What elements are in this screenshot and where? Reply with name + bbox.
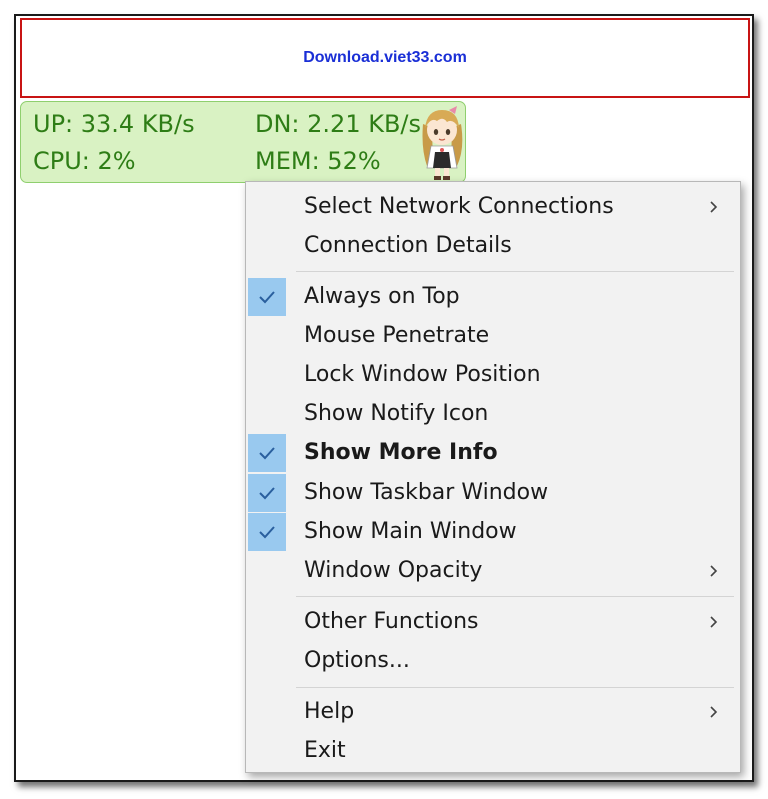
- context-menu: Select Network Connections Connection De…: [245, 181, 741, 773]
- watermark-text: Download.viet33.com: [303, 49, 467, 66]
- cpu-usage: CPU: 2%: [33, 147, 136, 175]
- menu-item-label: Other Functions: [304, 609, 479, 634]
- menu-item-label: Show More Info: [304, 440, 498, 465]
- menu-item-label: Lock Window Position: [304, 362, 541, 387]
- menu-item-label: Always on Top: [304, 284, 460, 309]
- menu-separator: [296, 271, 734, 272]
- menu-item-options[interactable]: Options...: [246, 642, 740, 680]
- menu-item-show-main-window[interactable]: Show Main Window: [246, 513, 740, 551]
- menu-item-exit[interactable]: Exit: [246, 732, 740, 770]
- menu-item-label: Window Opacity: [304, 558, 483, 583]
- menu-item-label: Options...: [304, 648, 410, 673]
- menu-item-label: Show Taskbar Window: [304, 480, 549, 505]
- menu-item-connection-details[interactable]: Connection Details: [246, 227, 740, 265]
- menu-item-mouse-penetrate[interactable]: Mouse Penetrate: [246, 317, 740, 355]
- traffic-monitor-widget[interactable]: UP: 33.4 KB/s DN: 2.21 KB/s CPU: 2% MEM:…: [20, 101, 466, 183]
- screenshot-stage: Download.viet33.com UP: 33.4 KB/s DN: 2.…: [0, 0, 768, 799]
- menu-item-label: Connection Details: [304, 233, 512, 258]
- menu-item-other-functions[interactable]: Other Functions: [246, 603, 740, 641]
- menu-item-label: Exit: [304, 738, 346, 763]
- watermark-banner: Download.viet33.com: [20, 18, 750, 98]
- chevron-right-icon: [710, 706, 718, 718]
- chevron-right-icon: [710, 201, 718, 213]
- menu-separator: [296, 687, 734, 688]
- menu-item-select-network-connections[interactable]: Select Network Connections: [246, 188, 740, 226]
- download-speed: DN: 2.21 KB/s: [255, 110, 422, 138]
- menu-item-label: Help: [304, 699, 355, 724]
- menu-separator: [296, 596, 734, 597]
- anime-girl-mascot-icon: [422, 106, 463, 180]
- menu-item-label: Select Network Connections: [304, 194, 614, 219]
- checkmark-icon: [248, 278, 286, 316]
- menu-item-show-taskbar-window[interactable]: Show Taskbar Window: [246, 474, 740, 512]
- menu-item-show-notify-icon[interactable]: Show Notify Icon: [246, 395, 740, 433]
- menu-item-always-on-top[interactable]: Always on Top: [246, 278, 740, 316]
- upload-speed: UP: 33.4 KB/s: [33, 110, 195, 138]
- menu-item-label: Show Notify Icon: [304, 401, 489, 426]
- chevron-right-icon: [710, 565, 718, 577]
- menu-item-show-more-info[interactable]: Show More Info: [246, 434, 740, 472]
- menu-item-label: Show Main Window: [304, 519, 517, 544]
- memory-usage: MEM: 52%: [255, 147, 381, 175]
- menu-item-lock-window-position[interactable]: Lock Window Position: [246, 356, 740, 394]
- menu-item-window-opacity[interactable]: Window Opacity: [246, 552, 740, 590]
- chevron-right-icon: [710, 616, 718, 628]
- menu-item-label: Mouse Penetrate: [304, 323, 490, 348]
- checkmark-icon: [248, 513, 286, 551]
- menu-item-help[interactable]: Help: [246, 693, 740, 731]
- checkmark-icon: [248, 474, 286, 512]
- screenshot-frame: Download.viet33.com UP: 33.4 KB/s DN: 2.…: [14, 14, 754, 782]
- checkmark-icon: [248, 434, 286, 472]
